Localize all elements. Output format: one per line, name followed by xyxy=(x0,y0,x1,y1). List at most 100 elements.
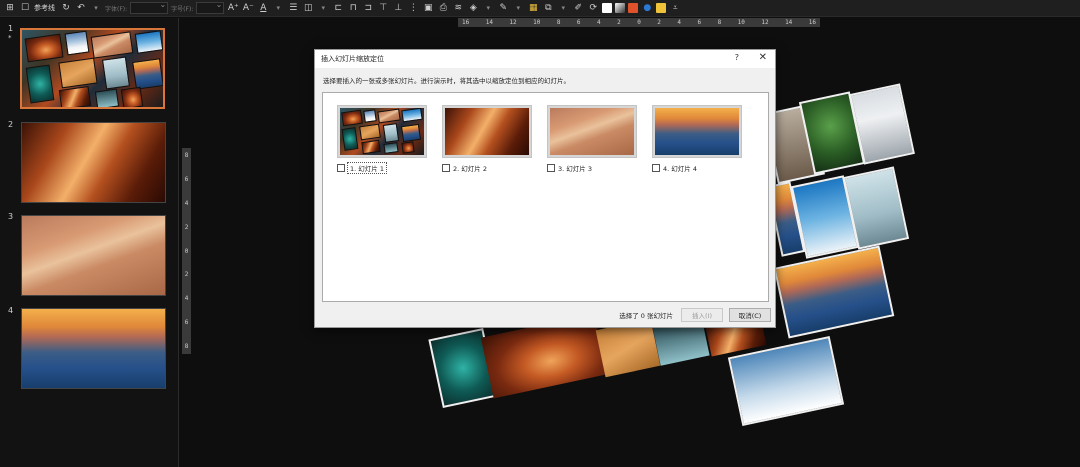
slide-option-label[interactable]: 1. 幻灯片 1 xyxy=(347,162,387,174)
slide-option-thumbnail[interactable] xyxy=(337,105,427,158)
align-center-icon[interactable]: ⊓ xyxy=(347,2,359,14)
bullets-icon[interactable]: ☰ xyxy=(287,2,299,14)
close-icon[interactable]: ✕ xyxy=(759,52,767,63)
white-square-icon[interactable] xyxy=(602,3,613,13)
insert-slide-zoom-dialog: 插入幻灯片缩放定位 ? ✕ 选择要插入的一张或多张幻灯片。进行演示时，将其选中以… xyxy=(314,49,776,328)
reference-lines-label[interactable]: 参考线 xyxy=(34,3,55,13)
shape-fill-icon[interactable]: ◫ xyxy=(302,2,314,14)
ruler-tick: 16 xyxy=(462,19,470,26)
ruler-tick: 6 xyxy=(184,319,189,327)
slide-thumbnail-4[interactable] xyxy=(21,308,166,389)
toolbar: ⊞ ☐ 参考线 ↻ ↶ ▾ 字体(F): 字号(F): A⁺ A⁻ A ▾ ☰ … xyxy=(0,0,1080,17)
ruler-tick: 8 xyxy=(556,19,561,26)
ruler-tick: 2 xyxy=(657,19,661,26)
layers-icon[interactable]: ≋ xyxy=(452,2,464,14)
slide-thumbnail-3[interactable] xyxy=(21,215,166,296)
slide-option-thumbnail[interactable] xyxy=(442,105,532,158)
chevron-down-icon[interactable]: ▾ xyxy=(482,2,494,14)
refresh-icon[interactable]: ⟳ xyxy=(587,2,599,14)
slide-number: 4 xyxy=(8,306,14,315)
chevron-down-icon[interactable]: ▾ xyxy=(557,2,569,14)
selection-status: 选择了 0 张幻灯片 xyxy=(619,312,673,320)
dialog-instruction: 选择要插入的一张或多张幻灯片。进行演示时，将其选中以缩放定位到相应的幻灯片。 xyxy=(323,77,570,85)
slide-option-checkbox[interactable] xyxy=(547,164,555,172)
grid-icon[interactable]: ⊞ xyxy=(4,2,16,14)
ruler-tick: 2 xyxy=(617,19,621,26)
print-icon[interactable]: ⎙ xyxy=(437,2,449,14)
ruler-tick: 16 xyxy=(808,19,816,26)
font-grow-icon[interactable]: A⁺ xyxy=(227,2,239,14)
ruler-tick: 10 xyxy=(737,19,745,26)
slide-option-checkbox[interactable] xyxy=(442,164,450,172)
gradient-square-icon[interactable] xyxy=(615,3,626,13)
ruler-tick: 2 xyxy=(184,223,189,231)
canvas-photo[interactable] xyxy=(727,335,845,427)
group-icon[interactable]: ▣ xyxy=(422,2,434,14)
orange-tool-icon[interactable] xyxy=(628,3,639,13)
slide-option-checkbox[interactable] xyxy=(337,164,345,172)
chevron-down-icon[interactable]: ▾ xyxy=(512,2,524,14)
distribute-icon[interactable]: ⋮ xyxy=(407,2,419,14)
dialog-title: 插入幻灯片缩放定位 xyxy=(321,55,384,63)
ruler-tick: 2 xyxy=(184,271,189,279)
slide-option-checkbox[interactable] xyxy=(652,164,660,172)
ruler-tick: 10 xyxy=(533,19,541,26)
slide-option[interactable]: 3. 幻灯片 3 xyxy=(547,105,637,173)
fill-icon[interactable]: ◈ xyxy=(467,2,479,14)
format-painter-icon[interactable]: ✐ xyxy=(572,2,584,14)
horizontal-ruler[interactable]: 16 14 12 10 8 6 4 2 0 2 4 6 8 10 12 14 1… xyxy=(458,18,820,27)
slide-option-label[interactable]: 2. 幻灯片 2 xyxy=(453,163,487,173)
align-right-icon[interactable]: ⊐ xyxy=(362,2,374,14)
insert-button[interactable]: 插入(I) xyxy=(681,308,723,322)
ruler-tick: 8 xyxy=(184,343,189,350)
ruler-tick: 0 xyxy=(637,19,641,26)
align-left-icon[interactable]: ⊏ xyxy=(332,2,344,14)
slide-option[interactable]: 1. 幻灯片 1 xyxy=(337,105,427,174)
presentation-app: ⊞ ☐ 参考线 ↻ ↶ ▾ 字体(F): 字号(F): A⁺ A⁻ A ▾ ☰ … xyxy=(0,0,1080,467)
chevron-down-icon[interactable]: ▾ xyxy=(272,2,284,14)
slide-option-thumbnail[interactable] xyxy=(547,105,637,158)
ruler-tick: 14 xyxy=(785,19,793,26)
canvas-photo[interactable] xyxy=(773,245,895,339)
ruler-tick: 0 xyxy=(184,247,189,255)
slide-option-label[interactable]: 4. 幻灯片 4 xyxy=(663,163,697,173)
ruler-tick: 12 xyxy=(509,19,517,26)
ruler-tick: 6 xyxy=(697,19,702,26)
slide-option-thumbnail[interactable] xyxy=(652,105,742,158)
more-icon[interactable]: ⩡ xyxy=(669,2,681,14)
reference-lines-checkbox[interactable]: ☐ xyxy=(19,2,31,14)
slide-number: 2 xyxy=(8,120,14,129)
rotate-icon[interactable]: ↻ xyxy=(60,2,72,14)
help-button[interactable]: ? xyxy=(735,53,739,62)
cancel-button[interactable]: 取消(C) xyxy=(729,308,771,322)
image-icon[interactable]: ▦ xyxy=(527,2,539,14)
ruler-tick: 8 xyxy=(184,152,189,159)
font-size-select[interactable] xyxy=(196,0,225,14)
edit-icon[interactable]: ✎ xyxy=(497,2,509,14)
arrange-icon[interactable]: ⧉ xyxy=(542,2,554,14)
slide-option[interactable]: 4. 幻灯片 4 xyxy=(652,105,742,173)
slide-thumbnail-panel: 1 * 2 3 4 xyxy=(0,18,179,467)
font-color-icon[interactable]: A xyxy=(257,2,269,14)
font-label: 字体(F): xyxy=(105,5,128,13)
font-shrink-icon[interactable]: A⁻ xyxy=(242,2,254,14)
font-size-label: 字号(F): xyxy=(171,5,194,13)
slide-number: 1 xyxy=(8,24,14,33)
slide-thumbnail-1[interactable] xyxy=(20,28,165,109)
slide-option[interactable]: 2. 幻灯片 2 xyxy=(442,105,532,173)
ruler-tick: 6 xyxy=(576,19,581,26)
font-select[interactable] xyxy=(130,0,169,14)
ruler-tick: 12 xyxy=(761,19,769,26)
ruler-tick: 4 xyxy=(597,19,601,26)
slide-animation-marker: * xyxy=(8,34,12,42)
slide-thumbnail-2[interactable] xyxy=(21,122,166,203)
slide-option-label[interactable]: 3. 幻灯片 3 xyxy=(558,163,592,173)
chevron-down-icon[interactable]: ▾ xyxy=(90,2,102,14)
align-middle-icon[interactable]: ⊥ xyxy=(392,2,404,14)
slide-number: 3 xyxy=(8,212,14,221)
yellow-tool-icon[interactable] xyxy=(656,3,667,13)
chevron-down-icon[interactable]: ▾ xyxy=(317,2,329,14)
align-top-icon[interactable]: ⊤ xyxy=(377,2,389,14)
undo-icon[interactable]: ↶ xyxy=(75,2,87,14)
blue-circle-icon[interactable]: ● xyxy=(641,2,653,14)
